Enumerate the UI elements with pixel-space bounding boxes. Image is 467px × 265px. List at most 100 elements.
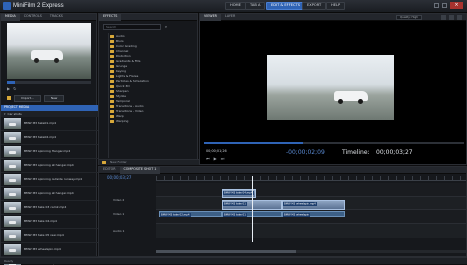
track-header-video-2[interactable]: Video 2 — [113, 198, 155, 202]
track-header-video-1[interactable]: Video 1 — [113, 212, 155, 216]
folder-icon — [110, 100, 114, 103]
tab-controls[interactable]: CONTROLS — [20, 14, 46, 21]
tab-composite-shot[interactable]: COMPOSITE SHOT 1 — [119, 166, 161, 174]
media-item[interactable]: BMW M3 spinning at hangar.mp4 — [1, 187, 98, 201]
search-icon[interactable]: ⌕ — [163, 24, 169, 30]
effects-category-label: Audio — [116, 34, 125, 38]
media-name: BMW M3 take 04.mp4 — [24, 219, 57, 223]
library-actions: Import... New — [7, 94, 91, 102]
media-item[interactable]: BMW M3 spinning Hangar.mp4 — [1, 145, 98, 159]
car-wheel — [338, 99, 343, 104]
tab-layer[interactable]: LAYER — [221, 14, 239, 21]
grid-icon[interactable] — [449, 15, 454, 20]
folder-icon — [110, 70, 114, 73]
viewer-scrubber[interactable] — [204, 142, 464, 144]
media-item[interactable]: BMW M3 spinning outside runway.mp4 — [1, 173, 98, 187]
new-button[interactable]: New — [43, 94, 65, 102]
media-item[interactable]: BMW M3 take 04.mp4 — [1, 215, 98, 229]
media-name: BMW M3 take 05 rear.mp4 — [24, 233, 64, 237]
editor-tabs: EDITOR COMPOSITE SHOT 1 — [99, 166, 466, 174]
effects-category-label: Particles & Simulation — [116, 79, 149, 83]
import-button[interactable]: Import... — [14, 94, 41, 102]
nav-tab-a-button[interactable]: TAB A — [245, 2, 266, 10]
clip-label: BMW M3 take 04.mp4 — [223, 190, 254, 195]
new-folder-label[interactable]: New Folder — [110, 161, 127, 164]
play-icon[interactable]: ▶ — [214, 157, 217, 161]
tab-editor[interactable]: EDITOR — [99, 167, 120, 174]
folder-icon — [110, 120, 114, 123]
media-item[interactable]: BMW M3 take02.mp4 — [1, 131, 98, 145]
maximize-icon[interactable] — [442, 3, 447, 8]
tab-media[interactable]: MEDIA — [1, 13, 20, 21]
minimize-icon[interactable] — [434, 3, 439, 8]
media-name: BMW M3 take01.mp4 — [24, 121, 57, 125]
folder-icon — [110, 80, 114, 83]
media-name: BMW M3 spinning at hangar.mp4 — [24, 191, 74, 195]
new-folder-icon[interactable] — [102, 161, 106, 164]
media-item[interactable]: BMW M3 take 05 rear.mp4 — [1, 229, 98, 243]
media-item[interactable]: BMW M3 take 03 cam2.mp4 — [1, 201, 98, 215]
nav-export-button[interactable]: EXPORT — [302, 2, 327, 10]
skip-back-icon[interactable]: ⏮ — [206, 157, 210, 161]
loop-icon[interactable]: ↻ — [13, 87, 16, 91]
timeline-clip[interactable]: BMW M3 wheelspin.mp4 — [282, 200, 345, 210]
car-wheel — [358, 99, 363, 104]
car-wheel — [34, 58, 39, 63]
clip-label: BMW M3 wheelspin.mp4 — [283, 201, 317, 206]
media-item[interactable]: BMW M3 wheelspin.mp4 — [1, 243, 98, 257]
folder-icon — [110, 90, 114, 93]
viewer-transport: ⏮ ▶ ⏭ — [206, 157, 224, 161]
close-icon[interactable]: × — [450, 2, 463, 9]
effects-category-label: Stylize — [116, 94, 126, 98]
play-icon[interactable]: ▶ — [7, 87, 10, 91]
media-name: BMW M3 wheelspin.mp4 — [24, 247, 61, 251]
effects-tree-gutter — [103, 33, 109, 158]
effects-panel: EFFECTS Search ⌕ Audio Blurs Color Gradi… — [98, 13, 199, 165]
folder-icon — [110, 110, 114, 113]
folder-icon — [7, 96, 11, 100]
effects-category-label: Warping — [116, 119, 129, 123]
tab-tracks[interactable]: TRACKS — [46, 14, 67, 21]
folder-icon — [110, 65, 114, 68]
viewer-tools — [426, 15, 462, 20]
media-thumbnail — [4, 202, 21, 213]
nav-home-button[interactable]: HOME — [225, 2, 246, 10]
preview-transport: ▶ ↻ — [7, 86, 91, 92]
media-thumbnail — [4, 230, 21, 241]
effects-category-label: Temporal — [116, 99, 130, 103]
preview-scrubber[interactable] — [7, 81, 91, 84]
track-header-audio-1[interactable]: Audio 1 — [113, 229, 155, 233]
effects-category[interactable]: Warping — [110, 119, 195, 124]
folder-icon — [110, 40, 114, 43]
media-item[interactable]: BMW M3 spinning at hangar.mp4 — [1, 159, 98, 173]
timeline-scrollbar[interactable] — [156, 250, 466, 253]
folder-icon — [110, 75, 114, 78]
media-item[interactable]: BMW M3 take01.mp4 — [1, 117, 98, 131]
timeline-clip[interactable]: BMW M3 take 04.mp4 — [222, 189, 256, 198]
nav-help-button[interactable]: HELP — [326, 2, 346, 10]
media-thumbnail — [4, 118, 21, 129]
tab-viewer[interactable]: VIEWER — [200, 13, 221, 21]
timeline-ruler[interactable] — [156, 176, 466, 181]
effects-category-label: Lights & Flares — [116, 74, 139, 78]
timeline-clip[interactable]: BMW M3 wheelspin — [282, 211, 345, 217]
media-thumbnail — [4, 188, 21, 199]
playhead[interactable] — [252, 176, 253, 242]
timeline-time: 00;00;03;27 — [376, 149, 413, 156]
title-bar: MiniFilm 2 Express HOME TAB A EDIT & EFF… — [0, 0, 467, 13]
tab-effects[interactable]: EFFECTS — [99, 13, 122, 21]
effects-category-label: Channel — [116, 49, 129, 53]
timeline-label: Timeline: — [342, 149, 370, 156]
library-tabs: MEDIA CONTROLS TRACKS — [1, 13, 96, 21]
project-media-label: PROJECT MEDIA — [4, 105, 30, 110]
effects-category-label: Warp — [116, 114, 124, 118]
timeline-clip[interactable]: BMW M3 take 02.mp4 — [159, 211, 222, 217]
zoom-icon[interactable] — [441, 15, 446, 20]
status-bar: Ready — [0, 257, 467, 264]
folder-icon — [110, 95, 114, 98]
settings-icon[interactable] — [457, 15, 462, 20]
effects-search-input[interactable]: Search — [103, 24, 161, 30]
nav-edit-effects-button[interactable]: EDIT & EFFECTS — [266, 2, 306, 10]
skip-forward-icon[interactable]: ⏭ — [221, 157, 225, 161]
quality-select[interactable]: Quality: High — [395, 15, 422, 20]
